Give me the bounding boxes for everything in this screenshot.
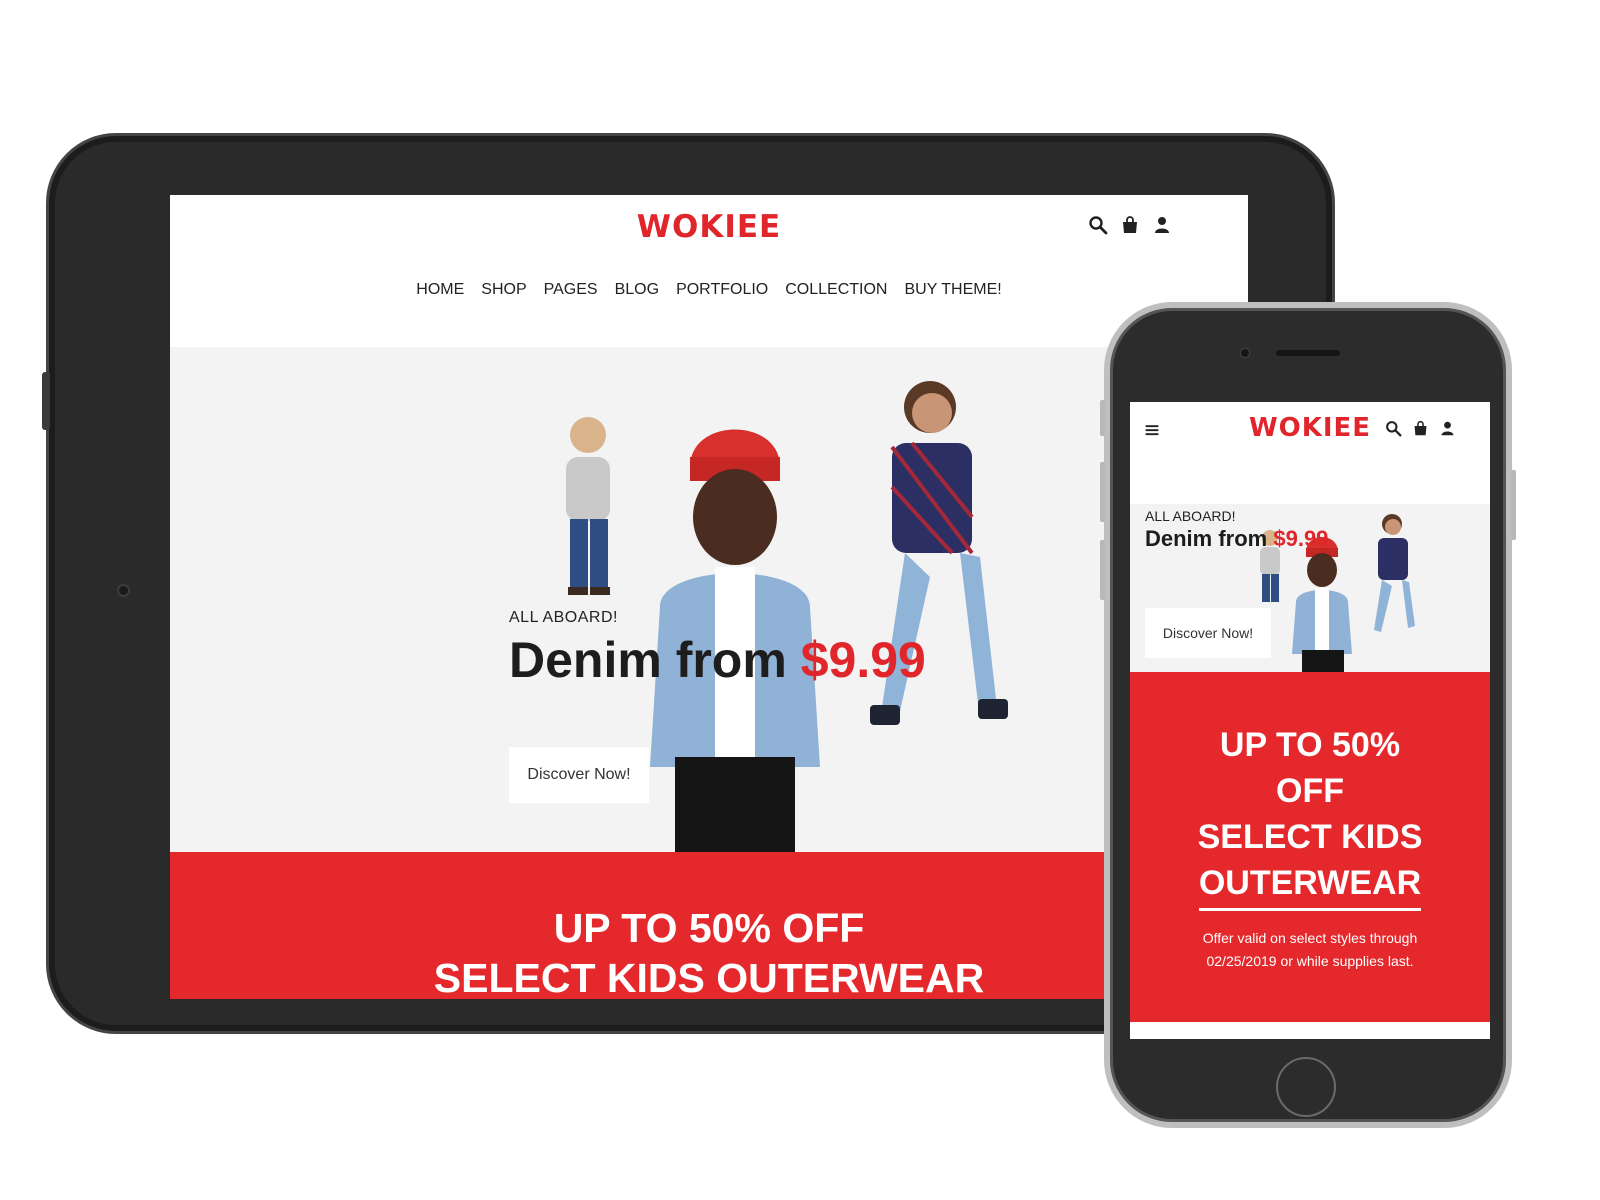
phone-power-button (1511, 470, 1516, 540)
nav-item-buy-theme[interactable]: BUY THEME! (904, 281, 1001, 299)
tablet-side-button (42, 372, 50, 430)
promo-banner: UP TO 50% OFF SELECT KIDS OUTERWEAR (170, 852, 1248, 999)
nav-item-home[interactable]: HOME (416, 281, 464, 299)
phone-hero-eyebrow: ALL ABOARD! (1145, 508, 1236, 524)
search-icon[interactable] (1385, 420, 1402, 437)
hero-kids-image (566, 381, 1008, 852)
nav-item-pages[interactable]: PAGES (544, 281, 598, 299)
phone-header-icons (1385, 420, 1456, 437)
nav-item-collection[interactable]: COLLECTION (785, 281, 887, 299)
phone-volume-down (1100, 540, 1105, 600)
phone-promo-heading: UP TO 50% OFF SELECT KIDS OUTERWEAR (1130, 722, 1490, 911)
kid-left-figure (566, 417, 610, 595)
phone-mute-switch (1100, 400, 1105, 436)
hero-banner: ALL ABOARD! Denim from $9.99 Discover No… (170, 347, 1248, 852)
discover-now-button[interactable]: Discover Now! (509, 747, 649, 803)
hero-text: ALL ABOARD! Denim from $9.99 (509, 609, 926, 689)
phone-promo-line-2: OFF (1276, 772, 1344, 810)
hero-headline: Denim from $9.99 (509, 631, 926, 689)
phone-hero-banner: ALL ABOARD! Denim from $9.99 Discover No… (1130, 504, 1490, 672)
tablet-camera-icon (117, 584, 130, 597)
phone-discover-now-button[interactable]: Discover Now! (1145, 608, 1271, 658)
promo-line-2: SELECT KIDS OUTERWEAR (433, 955, 985, 999)
phone-promo-line-4: OUTERWEAR (1198, 860, 1422, 911)
phone-promo-offer-text: Offer valid on select styles through 02/… (1202, 930, 1418, 969)
hero-price: $9.99 (800, 632, 926, 688)
phone-site-header: WOKIEE (1130, 402, 1490, 504)
device-mockup-stage: WOKIEE HOME SHOP PAGES BLOG PORTFOLIO CO… (0, 0, 1600, 1200)
main-nav: HOME SHOP PAGES BLOG PORTFOLIO COLLECTIO… (170, 281, 1248, 299)
site-logo[interactable]: WOKIEE (170, 209, 1248, 245)
kid-center-figure (1292, 537, 1352, 672)
phone-camera-icon (1240, 348, 1250, 358)
hero-headline-text: Denim from (509, 632, 801, 688)
user-icon[interactable] (1439, 420, 1456, 437)
promo-line-1: UP TO 50% OFF (553, 905, 865, 951)
phone-hero-headline-text: Denim from (1145, 526, 1274, 551)
phone-promo-line-1: UP TO 50% (1219, 726, 1401, 764)
phone-promo-line-3: SELECT KIDS (1197, 818, 1423, 856)
phone-home-button[interactable] (1276, 1057, 1336, 1117)
phone-hero-price: $9.99 (1273, 526, 1329, 551)
header-icons (1088, 215, 1172, 235)
tablet-screen: WOKIEE HOME SHOP PAGES BLOG PORTFOLIO CO… (170, 195, 1248, 999)
phone-hero-headline: Denim from $9.99 (1145, 526, 1328, 552)
shopping-bag-icon[interactable] (1120, 215, 1140, 235)
hero-eyebrow: ALL ABOARD! (509, 609, 618, 626)
phone-speaker (1276, 350, 1340, 356)
user-icon[interactable] (1152, 215, 1172, 235)
nav-item-shop[interactable]: SHOP (481, 281, 526, 299)
shopping-bag-icon[interactable] (1412, 420, 1429, 437)
nav-item-blog[interactable]: BLOG (615, 281, 659, 299)
search-icon[interactable] (1088, 215, 1108, 235)
nav-item-portfolio[interactable]: PORTFOLIO (676, 281, 768, 299)
phone-volume-up (1100, 462, 1105, 522)
phone-hero-text: ALL ABOARD! Denim from $9.99 (1145, 508, 1328, 552)
kid-right-figure (1374, 514, 1415, 632)
tablet-site-header: WOKIEE HOME SHOP PAGES BLOG PORTFOLIO CO… (170, 195, 1248, 347)
phone-screen: WOKIEE ALL ABOARD! Denim from $9.99 Disc… (1130, 402, 1490, 1039)
phone-promo-banner: UP TO 50% OFF SELECT KIDS OUTERWEAR Offe… (1130, 672, 1490, 1022)
